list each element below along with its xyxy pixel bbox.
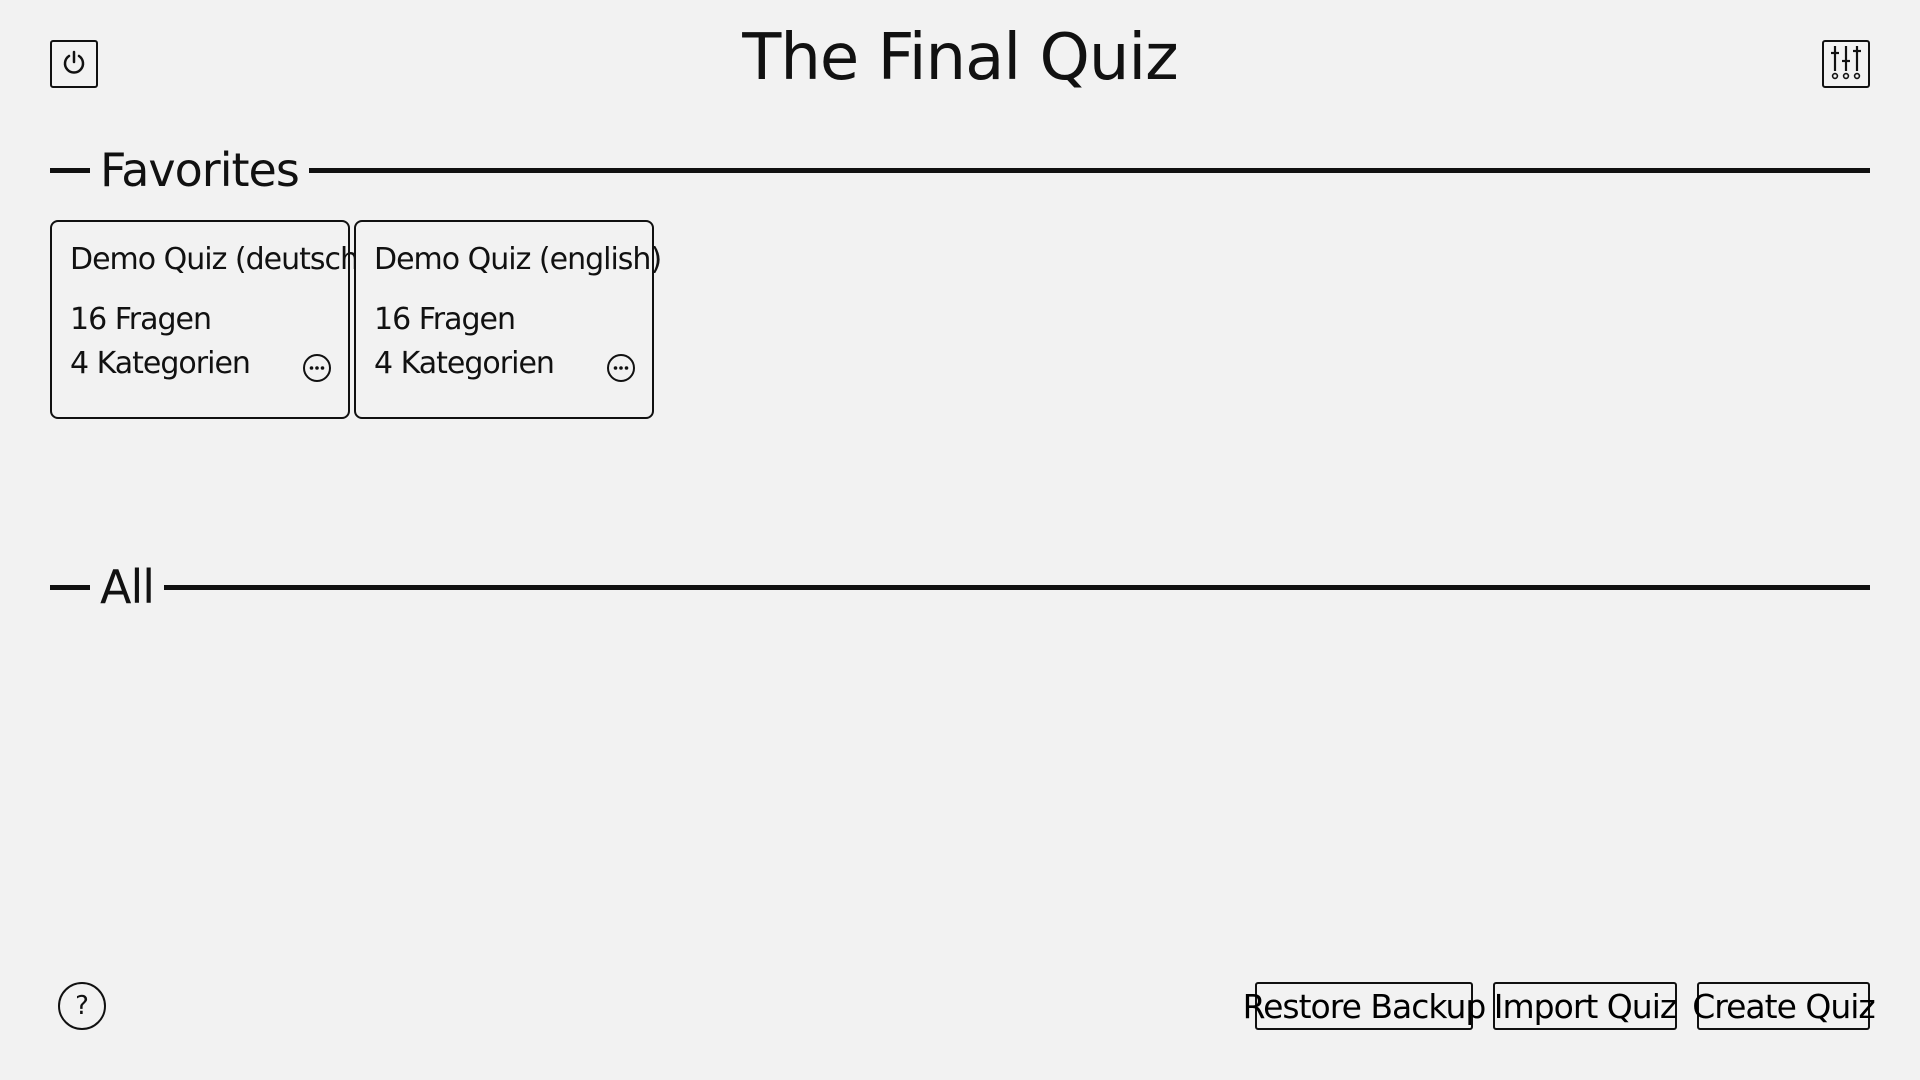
all-label: All <box>100 560 155 614</box>
quiz-card-stats: 16 Fragen 4 Kategorien <box>70 298 330 386</box>
help-button[interactable]: ? <box>58 982 106 1030</box>
restore-backup-button[interactable]: Restore Backup <box>1243 982 1486 1030</box>
favorites-section-header: Favorites <box>50 140 1870 200</box>
quiz-card-title: Demo Quiz (english) <box>374 242 662 277</box>
quiz-card-demo-deutsch[interactable]: Demo Quiz (deutsch) 16 Fragen 4 Kategori… <box>50 220 370 419</box>
section-rule <box>164 584 1870 590</box>
quiz-card-title: Demo Quiz (deutsch) <box>70 242 370 277</box>
section-dash <box>50 167 90 173</box>
favorites-label: Favorites <box>100 143 300 197</box>
import-quiz-button[interactable]: Import Quiz <box>1493 982 1677 1030</box>
section-dash <box>50 584 90 590</box>
app-title: The Final Quiz <box>742 21 1179 95</box>
settings-button[interactable] <box>1822 40 1870 88</box>
all-section-header: All <box>50 557 1870 617</box>
section-rule <box>308 167 1870 173</box>
quiz-card-question-count: 16 Fragen <box>374 302 516 337</box>
more-options-icon <box>302 353 332 387</box>
help-icon: ? <box>75 991 89 1021</box>
quiz-card-stats: 16 Fragen 4 Kategorien <box>374 298 634 386</box>
quiz-card-category-count: 4 Kategorien <box>70 346 251 381</box>
quiz-card-category-count: 4 Kategorien <box>374 346 555 381</box>
quiz-card-question-count: 16 Fragen <box>70 302 212 337</box>
quiz-card-more-button[interactable] <box>302 353 332 387</box>
sliders-icon <box>1827 43 1865 85</box>
quiz-card-more-button[interactable] <box>606 353 636 387</box>
quiz-card-demo-english[interactable]: Demo Quiz (english) 16 Fragen 4 Kategori… <box>354 220 662 419</box>
create-quiz-button[interactable]: Create Quiz <box>1692 982 1876 1030</box>
more-options-icon <box>606 353 636 387</box>
